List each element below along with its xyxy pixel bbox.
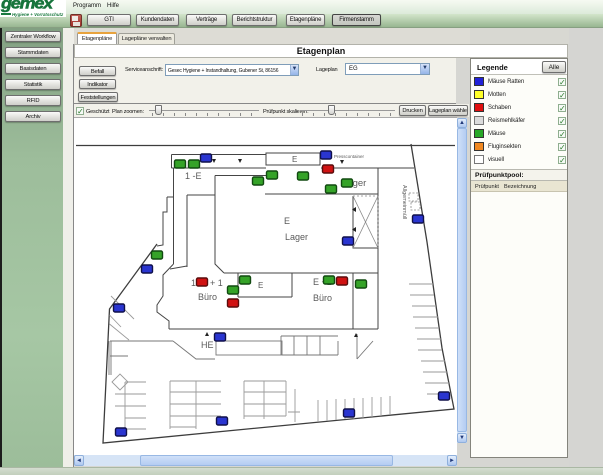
svg-text:E: E: [258, 281, 263, 290]
svg-text:1: 1: [191, 278, 196, 288]
svg-text:Lager: Lager: [285, 232, 308, 242]
svg-text:1 -E: 1 -E: [185, 171, 202, 181]
svg-text:Büro: Büro: [198, 292, 217, 302]
svg-text:E: E: [284, 216, 290, 226]
svg-text:HE: HE: [201, 340, 214, 350]
svg-text:E: E: [292, 155, 297, 164]
svg-text:Allgemeinmüll: Allgemeinmüll: [401, 185, 407, 219]
svg-text:Presscontainer: Presscontainer: [334, 154, 365, 159]
svg-text:Büro: Büro: [313, 293, 332, 303]
svg-text:+ 1: + 1: [210, 278, 223, 288]
